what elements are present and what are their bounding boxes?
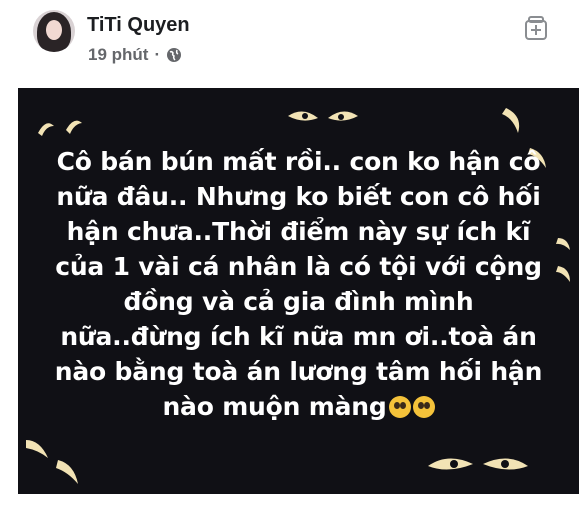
pleading-face-emoji [388, 396, 411, 418]
pleading-face-emoji [412, 396, 435, 418]
post-header: TiTi Quyen 19 phút · [0, 0, 587, 88]
post-image[interactable]: Cô bán bún mất rồi.. con ko hận cô nữa đ… [18, 88, 579, 494]
post-text-line: nào bằng toà án lương tâm hối hận [54, 357, 543, 386]
post-text-line: nào muộn màng [162, 392, 387, 421]
post-text-line-last: nào muộn màng [46, 389, 551, 424]
post-footer [18, 494, 579, 517]
post-text-line: nữa đâu.. Nhưng ko biết con cô hối [56, 182, 541, 211]
post-text-line: của 1 vài cá nhân là có tội với cộng [55, 252, 542, 281]
add-to-collection-icon[interactable] [521, 13, 551, 43]
meta-separator: · [154, 45, 161, 64]
post-text-line: nữa..đừng ích kĩ nữa mn ơi..toà án [60, 322, 537, 351]
avatar[interactable] [33, 10, 75, 52]
post-text-line: đồng và cả gia đình mình [123, 287, 474, 316]
author-name[interactable]: TiTi Quyen [87, 14, 190, 37]
post-time[interactable]: 19 phút [88, 45, 148, 65]
avatar-face [46, 20, 62, 40]
globe-icon[interactable] [166, 47, 182, 63]
post-text-line: hận chưa..Thời điểm này sự ích kĩ [66, 217, 531, 246]
post-text-line: Cô bán bún mất rồi.. con ko hận cô [56, 147, 541, 176]
post-text: Cô bán bún mất rồi.. con ko hận cô nữa đ… [46, 144, 551, 424]
post-meta: 19 phút · [88, 45, 182, 65]
